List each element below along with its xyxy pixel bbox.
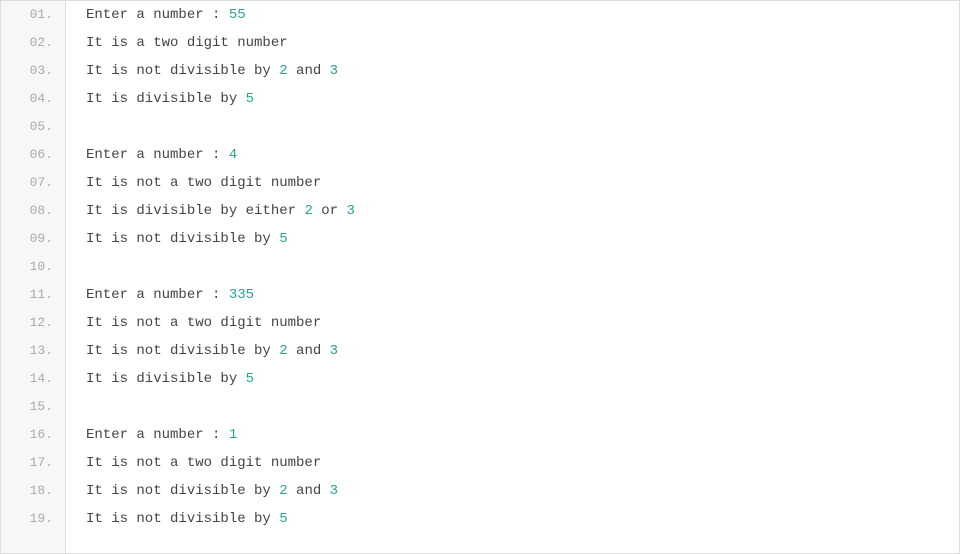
highlighted-value: 3 <box>330 343 338 359</box>
code-line-9: It is not divisible by 5 <box>66 225 959 253</box>
line-number-4: 04. <box>1 85 65 113</box>
highlighted-value: 335 <box>229 287 254 303</box>
line-number-3: 03. <box>1 57 65 85</box>
code-line-7: It is not a two digit number <box>66 169 959 197</box>
code-area: Enter a number : 55It is a two digit num… <box>66 1 959 553</box>
line-numbers-panel: 01.02.03.04.05.06.07.08.09.10.11.12.13.1… <box>1 1 66 553</box>
code-line-14: It is divisible by 5 <box>66 365 959 393</box>
line-number-10: 10. <box>1 253 65 281</box>
line-number-19: 19. <box>1 505 65 533</box>
line-number-1: 01. <box>1 1 65 29</box>
line-number-13: 13. <box>1 337 65 365</box>
code-line-5 <box>66 113 959 141</box>
line-number-11: 11. <box>1 281 65 309</box>
line-number-8: 08. <box>1 197 65 225</box>
main-container: 01.02.03.04.05.06.07.08.09.10.11.12.13.1… <box>0 0 960 554</box>
code-line-18: It is not divisible by 2 and 3 <box>66 477 959 505</box>
highlighted-value: 4 <box>229 147 237 163</box>
highlighted-value: 5 <box>279 231 287 247</box>
code-line-17: It is not a two digit number <box>66 449 959 477</box>
code-line-8: It is divisible by either 2 or 3 <box>66 197 959 225</box>
line-number-7: 07. <box>1 169 65 197</box>
code-line-10 <box>66 253 959 281</box>
highlighted-value: 2 <box>304 203 312 219</box>
line-number-6: 06. <box>1 141 65 169</box>
code-line-15 <box>66 393 959 421</box>
highlighted-value: 55 <box>229 7 246 23</box>
line-number-17: 17. <box>1 449 65 477</box>
highlighted-value: 2 <box>279 343 287 359</box>
code-line-16: Enter a number : 1 <box>66 421 959 449</box>
code-line-11: Enter a number : 335 <box>66 281 959 309</box>
line-number-15: 15. <box>1 393 65 421</box>
line-number-18: 18. <box>1 477 65 505</box>
line-number-12: 12. <box>1 309 65 337</box>
highlighted-value: 3 <box>346 203 354 219</box>
highlighted-value: 2 <box>279 483 287 499</box>
line-number-2: 02. <box>1 29 65 57</box>
code-line-19: It is not divisible by 5 <box>66 505 959 533</box>
highlighted-value: 5 <box>246 91 254 107</box>
highlighted-value: 5 <box>246 371 254 387</box>
code-line-6: Enter a number : 4 <box>66 141 959 169</box>
line-number-14: 14. <box>1 365 65 393</box>
code-line-3: It is not divisible by 2 and 3 <box>66 57 959 85</box>
highlighted-value: 2 <box>279 63 287 79</box>
code-line-1: Enter a number : 55 <box>66 1 959 29</box>
code-line-2: It is a two digit number <box>66 29 959 57</box>
highlighted-value: 3 <box>330 483 338 499</box>
line-number-5: 05. <box>1 113 65 141</box>
line-number-9: 09. <box>1 225 65 253</box>
code-line-12: It is not a two digit number <box>66 309 959 337</box>
code-line-4: It is divisible by 5 <box>66 85 959 113</box>
highlighted-value: 1 <box>229 427 237 443</box>
line-number-16: 16. <box>1 421 65 449</box>
highlighted-value: 5 <box>279 511 287 527</box>
code-line-13: It is not divisible by 2 and 3 <box>66 337 959 365</box>
highlighted-value: 3 <box>330 63 338 79</box>
